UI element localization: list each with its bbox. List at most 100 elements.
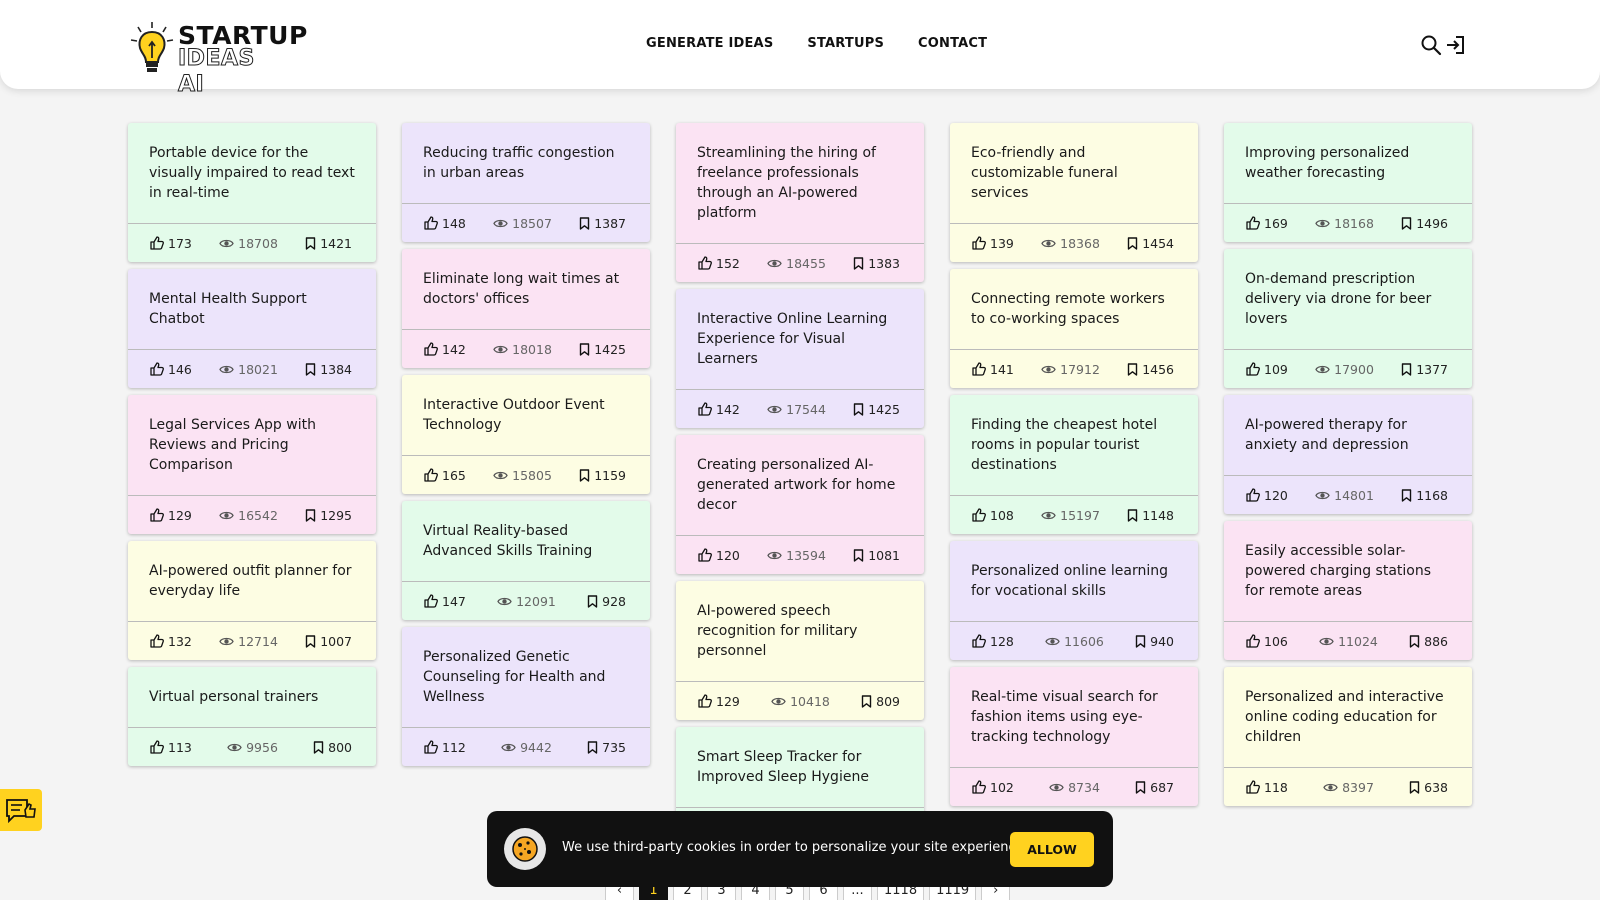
- site-logo[interactable]: STARTUP IDEAS AI: [128, 16, 307, 98]
- like-button[interactable]: 146: [150, 362, 192, 377]
- like-button[interactable]: 109: [1246, 362, 1288, 377]
- like-button[interactable]: 169: [1246, 216, 1288, 231]
- idea-title[interactable]: Easily accessible solar-powered charging…: [1224, 521, 1472, 621]
- idea-title[interactable]: Interactive Outdoor Event Technology: [402, 375, 650, 455]
- idea-title[interactable]: Smart Sleep Tracker for Improved Sleep H…: [676, 727, 924, 807]
- like-button[interactable]: 139: [972, 236, 1014, 251]
- idea-title[interactable]: Personalized Genetic Counseling for Heal…: [402, 627, 650, 727]
- save-button[interactable]: 1387: [579, 216, 626, 231]
- idea-card[interactable]: AI-powered speech recognition for milita…: [676, 581, 924, 720]
- save-button[interactable]: 1081: [853, 548, 900, 563]
- idea-title[interactable]: Improving personalized weather forecasti…: [1224, 123, 1472, 203]
- idea-title[interactable]: AI-powered outfit planner for everyday l…: [128, 541, 376, 621]
- save-button[interactable]: 1425: [579, 342, 626, 357]
- idea-card[interactable]: Reducing traffic congestion in urban are…: [402, 123, 650, 242]
- idea-card[interactable]: Virtual Reality-based Advanced Skills Tr…: [402, 501, 650, 620]
- like-button[interactable]: 102: [972, 780, 1014, 795]
- save-button[interactable]: 638: [1409, 780, 1448, 795]
- idea-title[interactable]: Legal Services App with Reviews and Pric…: [128, 395, 376, 495]
- save-button[interactable]: 1496: [1401, 216, 1448, 231]
- idea-title[interactable]: Eco-friendly and customizable funeral se…: [950, 123, 1198, 223]
- idea-card[interactable]: Legal Services App with Reviews and Pric…: [128, 395, 376, 534]
- idea-card[interactable]: Portable device for the visually impaire…: [128, 123, 376, 262]
- like-button[interactable]: 129: [150, 508, 192, 523]
- save-button[interactable]: 886: [1409, 634, 1448, 649]
- idea-card[interactable]: Personalized online learning for vocatio…: [950, 541, 1198, 660]
- idea-card[interactable]: AI-powered outfit planner for everyday l…: [128, 541, 376, 660]
- like-button[interactable]: 120: [698, 548, 740, 563]
- idea-title[interactable]: Mental Health Support Chatbot: [128, 269, 376, 349]
- save-button[interactable]: 687: [1135, 780, 1174, 795]
- idea-card[interactable]: On-demand prescription delivery via dron…: [1224, 249, 1472, 388]
- idea-title[interactable]: Streamlining the hiring of freelance pro…: [676, 123, 924, 243]
- like-button[interactable]: 120: [1246, 488, 1288, 503]
- idea-card[interactable]: Easily accessible solar-powered charging…: [1224, 521, 1472, 660]
- idea-card[interactable]: AI-powered therapy for anxiety and depre…: [1224, 395, 1472, 514]
- idea-card[interactable]: Eliminate long wait times at doctors' of…: [402, 249, 650, 368]
- nav-startups[interactable]: STARTUPS: [807, 36, 884, 51]
- save-button[interactable]: 1454: [1127, 236, 1174, 251]
- nav-contact[interactable]: CONTACT: [918, 36, 987, 51]
- like-button[interactable]: 141: [972, 362, 1014, 377]
- idea-card[interactable]: Personalized Genetic Counseling for Heal…: [402, 627, 650, 766]
- like-button[interactable]: 113: [150, 740, 192, 755]
- idea-card[interactable]: Creating personalized AI-generated artwo…: [676, 435, 924, 574]
- save-button[interactable]: 1425: [853, 402, 900, 417]
- save-button[interactable]: 1377: [1401, 362, 1448, 377]
- like-button[interactable]: 132: [150, 634, 192, 649]
- idea-card[interactable]: Interactive Outdoor Event Technology 165 1…: [402, 375, 650, 494]
- like-button[interactable]: 118: [1246, 780, 1288, 795]
- search-icon[interactable]: [1420, 34, 1442, 56]
- idea-title[interactable]: Connecting remote workers to co-working …: [950, 269, 1198, 349]
- feedback-button[interactable]: [0, 789, 42, 831]
- like-button[interactable]: 112: [424, 740, 466, 755]
- like-button[interactable]: 165: [424, 468, 466, 483]
- idea-title[interactable]: Virtual personal trainers: [128, 667, 376, 727]
- idea-title[interactable]: Portable device for the visually impaire…: [128, 123, 376, 223]
- save-button[interactable]: 1007: [305, 634, 352, 649]
- like-button[interactable]: 148: [424, 216, 466, 231]
- save-button[interactable]: 1383: [853, 256, 900, 271]
- like-button[interactable]: 106: [1246, 634, 1288, 649]
- idea-title[interactable]: Real-time visual search for fashion item…: [950, 667, 1198, 767]
- save-button[interactable]: 1384: [305, 362, 352, 377]
- idea-title[interactable]: Personalized and interactive online codi…: [1224, 667, 1472, 767]
- idea-title[interactable]: Eliminate long wait times at doctors' of…: [402, 249, 650, 329]
- like-button[interactable]: 173: [150, 236, 192, 251]
- idea-title[interactable]: Reducing traffic congestion in urban are…: [402, 123, 650, 203]
- idea-card[interactable]: Interactive Online Learning Experience f…: [676, 289, 924, 428]
- save-button[interactable]: 1421: [305, 236, 352, 251]
- save-button[interactable]: 940: [1135, 634, 1174, 649]
- idea-card[interactable]: Eco-friendly and customizable funeral se…: [950, 123, 1198, 262]
- idea-card[interactable]: Virtual personal trainers 113 9956 800: [128, 667, 376, 766]
- idea-card[interactable]: Improving personalized weather forecasti…: [1224, 123, 1472, 242]
- like-button[interactable]: 152: [698, 256, 740, 271]
- idea-card[interactable]: Finding the cheapest hotel rooms in popu…: [950, 395, 1198, 534]
- idea-title[interactable]: Personalized online learning for vocatio…: [950, 541, 1198, 621]
- save-button[interactable]: 1148: [1127, 508, 1174, 523]
- idea-card[interactable]: Real-time visual search for fashion item…: [950, 667, 1198, 806]
- save-button[interactable]: 1295: [305, 508, 352, 523]
- idea-card[interactable]: Mental Health Support Chatbot 146 18021 138…: [128, 269, 376, 388]
- idea-title[interactable]: On-demand prescription delivery via dron…: [1224, 249, 1472, 349]
- idea-title[interactable]: AI-powered therapy for anxiety and depre…: [1224, 395, 1472, 475]
- save-button[interactable]: 735: [587, 740, 626, 755]
- idea-title[interactable]: AI-powered speech recognition for milita…: [676, 581, 924, 681]
- idea-title[interactable]: Creating personalized AI-generated artwo…: [676, 435, 924, 535]
- idea-card[interactable]: Personalized and interactive online codi…: [1224, 667, 1472, 806]
- like-button[interactable]: 147: [424, 594, 466, 609]
- save-button[interactable]: 928: [587, 594, 626, 609]
- idea-card[interactable]: Connecting remote workers to co-working …: [950, 269, 1198, 388]
- save-button[interactable]: 1159: [579, 468, 626, 483]
- like-button[interactable]: 142: [698, 402, 740, 417]
- like-button[interactable]: 108: [972, 508, 1014, 523]
- idea-title[interactable]: Interactive Online Learning Experience f…: [676, 289, 924, 389]
- idea-card[interactable]: Streamlining the hiring of freelance pro…: [676, 123, 924, 282]
- like-button[interactable]: 128: [972, 634, 1014, 649]
- login-icon[interactable]: [1444, 34, 1466, 56]
- save-button[interactable]: 809: [861, 694, 900, 709]
- save-button[interactable]: 800: [313, 740, 352, 755]
- nav-generate-ideas[interactable]: GENERATE IDEAS: [646, 36, 773, 51]
- allow-cookies-button[interactable]: ALLOW: [1010, 832, 1094, 867]
- save-button[interactable]: 1456: [1127, 362, 1174, 377]
